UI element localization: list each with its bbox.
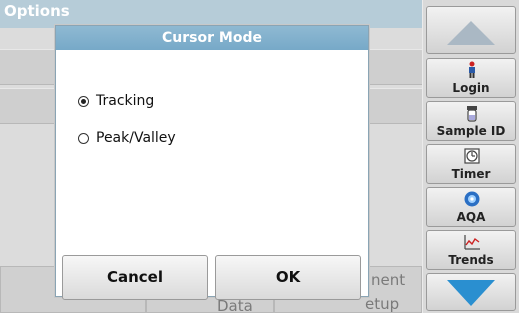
peak-valley-radio[interactable]	[78, 133, 89, 144]
side-panel: Login Sample ID Timer AQA Trends	[423, 0, 519, 313]
sample-vial-icon	[467, 106, 477, 122]
background-button-label: etup	[365, 295, 400, 313]
sample-id-label: Sample ID	[436, 124, 506, 138]
scroll-up-icon	[447, 21, 495, 45]
trends-chart-icon	[464, 235, 480, 250]
aqa-icon	[464, 191, 480, 207]
scroll-up-button[interactable]	[426, 6, 516, 54]
background-button-label: nent	[371, 271, 406, 289]
scroll-down-icon	[447, 280, 495, 306]
cancel-button[interactable]: Cancel	[62, 255, 208, 300]
app-screen: Options Data nent etup Login Sample ID T…	[0, 0, 519, 315]
timer-icon	[464, 148, 480, 164]
dialog-title: Cursor Mode	[56, 26, 368, 50]
ok-button[interactable]: OK	[215, 255, 361, 300]
login-label: Login	[452, 81, 490, 95]
sample-id-button[interactable]: Sample ID	[426, 101, 516, 141]
login-button[interactable]: Login	[426, 58, 516, 98]
aqa-label: AQA	[456, 210, 486, 224]
cursor-mode-dialog: Cursor Mode Tracking Peak/Valley Cancel …	[55, 25, 369, 300]
scroll-down-button[interactable]	[426, 273, 516, 311]
screen-title: Options	[0, 0, 422, 28]
peak-valley-label: Peak/Valley	[96, 130, 176, 146]
trends-label: Trends	[448, 253, 494, 267]
timer-label: Timer	[451, 167, 491, 181]
aqa-button[interactable]: AQA	[426, 187, 516, 227]
tracking-radio[interactable]	[78, 96, 89, 107]
tracking-label: Tracking	[96, 93, 155, 109]
login-person-icon	[469, 61, 475, 78]
timer-button[interactable]: Timer	[426, 144, 516, 184]
trends-button[interactable]: Trends	[426, 230, 516, 270]
